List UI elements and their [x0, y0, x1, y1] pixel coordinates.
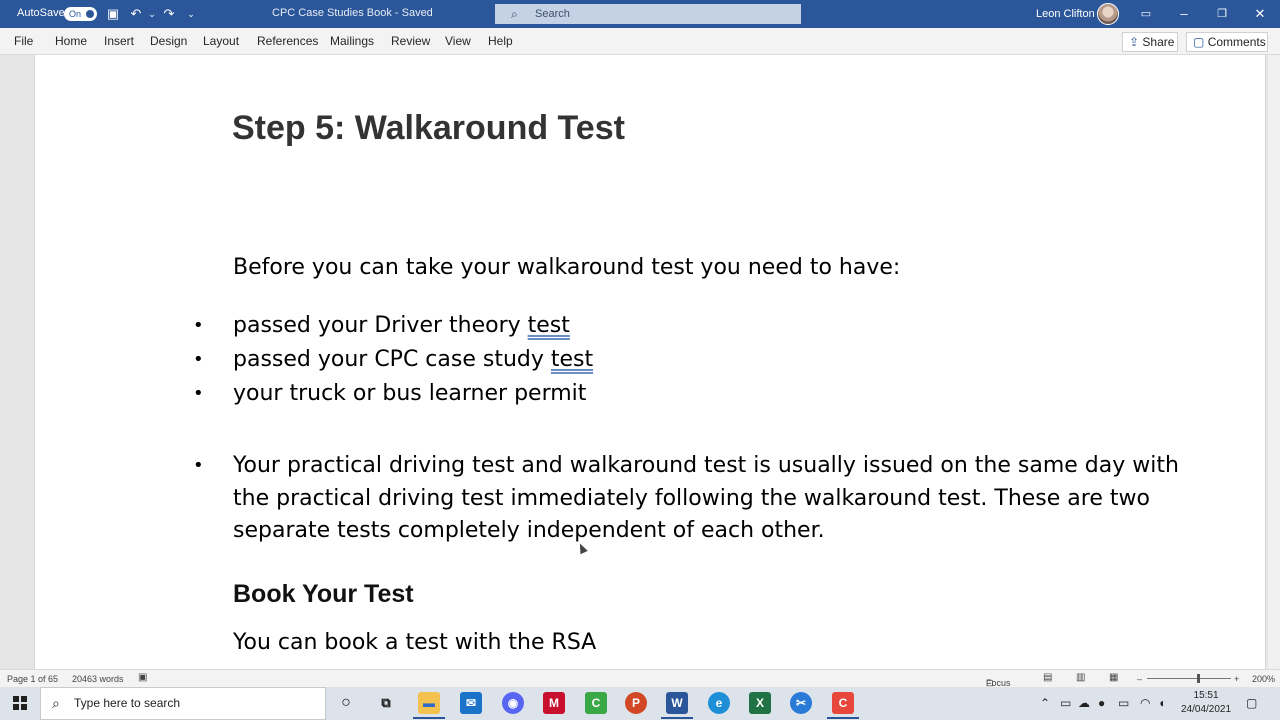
title-bar: AutoSave On ▣ ↶ ⌄ ↷ ⌄ CPC Case Studies B… [0, 0, 1280, 28]
zoom-in-icon[interactable]: + [1234, 674, 1239, 684]
bullet-marker: • [193, 349, 204, 370]
list-item: your truck or bus learner permit [233, 381, 586, 406]
minimize-icon[interactable]: – [1165, 0, 1203, 28]
taskbar-search-input[interactable]: ⌕ Type here to search [40, 687, 326, 720]
word-icon[interactable]: W [661, 692, 693, 719]
share-label: Share [1142, 35, 1175, 49]
bullet-marker: • [193, 455, 204, 476]
zoom-slider[interactable] [1147, 678, 1231, 679]
clock-date: 24/04/2021 [1181, 704, 1232, 715]
onedrive-icon[interactable]: ☁ [1078, 696, 1090, 710]
word-count[interactable]: 20463 words [72, 674, 124, 684]
web-layout-icon[interactable]: ▦ [1109, 672, 1118, 683]
search-icon: ⌕ [52, 695, 60, 711]
document-page[interactable] [34, 55, 1266, 669]
bullet-marker: • [193, 383, 204, 404]
zoom-out-icon[interactable]: – [1137, 674, 1142, 684]
share-icon: ⇪ [1129, 35, 1140, 49]
discord-icon[interactable]: ◉ [502, 692, 524, 714]
intro-paragraph: Before you can take your walkaround test… [233, 255, 901, 280]
save-icon[interactable]: ▣ [105, 6, 121, 22]
proofing-icon[interactable]: ▣ [138, 672, 147, 683]
clock[interactable]: 15:51 24/04/2021 [1181, 689, 1231, 717]
ribbon-display-options-icon[interactable]: ▭ [1127, 0, 1165, 28]
tab-home[interactable]: Home [55, 34, 87, 48]
tab-review[interactable]: Review [391, 34, 430, 48]
user-name[interactable]: Leon Clifton [1036, 8, 1095, 20]
share-button[interactable]: ⇪ Share [1122, 32, 1178, 52]
list-item-text: your truck or bus learner permit [233, 381, 587, 406]
ribbon-tabs: File Home Insert Design Layout Reference… [0, 28, 1280, 55]
read-mode-icon[interactable]: ▤ [1043, 672, 1052, 683]
tab-references[interactable]: References [257, 34, 318, 48]
mcafee-icon[interactable]: M [543, 692, 565, 714]
vertical-scrollbar[interactable] [1268, 55, 1280, 669]
customize-toolbar-icon[interactable]: ⌄ [183, 6, 199, 22]
taskbar: ⌕ Type here to search ○ ⧉ ▬ ✉ ◉ M C P W … [0, 687, 1280, 720]
document-canvas[interactable] [0, 55, 1280, 669]
undo-dropdown-icon[interactable]: ⌄ [144, 6, 160, 22]
microphone-icon[interactable]: ● [1098, 696, 1105, 710]
zoom-slider-thumb[interactable] [1197, 674, 1200, 683]
autosave-state: On [69, 9, 82, 19]
comments-button[interactable]: ▢ Comments [1186, 32, 1268, 52]
mail-icon[interactable]: ✉ [460, 692, 482, 714]
battery-icon[interactable]: ▭ [1118, 696, 1129, 710]
list-item-text: passed your CPC case study [233, 347, 551, 372]
tab-insert[interactable]: Insert [104, 34, 134, 48]
notifications-icon[interactable]: ▢ [1246, 696, 1257, 710]
powerpoint-icon[interactable]: P [625, 692, 647, 714]
tray-overflow-icon[interactable]: ⌃ [1040, 696, 1050, 710]
note-paragraph: Your practical driving test and walkarou… [233, 453, 1179, 543]
wifi-icon[interactable]: ◠ [1140, 696, 1150, 710]
excel-icon[interactable]: X [749, 692, 771, 714]
list-item: passed your Driver theory test [233, 313, 570, 338]
restore-icon[interactable]: ❐ [1203, 0, 1241, 28]
tab-layout[interactable]: Layout [203, 34, 239, 48]
autosave-toggle[interactable]: On [64, 7, 97, 21]
bullet-marker: • [193, 315, 204, 336]
file-explorer-icon[interactable]: ▬ [413, 692, 445, 719]
list-item: passed your CPC case study test [233, 347, 593, 372]
book-paragraph: You can book a test with the RSA [233, 630, 597, 655]
search-input[interactable]: ⌕ Search [495, 4, 801, 24]
volume-icon[interactable]: ◖ [1158, 696, 1165, 710]
status-bar: Page 1 of 65 20463 words ▣ ⊡ Focus ▤ ▥ ▦… [0, 669, 1280, 688]
snip-sketch-icon[interactable]: ✂ [790, 692, 812, 714]
autosave-label: AutoSave [17, 7, 65, 19]
edge-icon[interactable]: e [708, 692, 730, 714]
camtasia-icon[interactable]: C [585, 692, 607, 714]
comments-label: Comments [1207, 35, 1266, 49]
camtasia-recorder-icon[interactable]: C [827, 692, 859, 719]
cortana-icon[interactable]: ○ [335, 692, 357, 714]
search-placeholder: Search [535, 8, 570, 20]
grammar-flag[interactable]: test [551, 347, 593, 372]
toggle-knob [86, 10, 94, 18]
tab-file[interactable]: File [14, 34, 33, 48]
grammar-flag[interactable]: test [528, 313, 570, 338]
section-heading: Book Your Test [233, 580, 414, 608]
zoom-level[interactable]: 200% [1252, 674, 1275, 684]
list-item-text: passed your Driver theory [233, 313, 528, 338]
avatar[interactable] [1097, 3, 1119, 25]
print-layout-icon[interactable]: ▥ [1076, 672, 1085, 683]
page-counter[interactable]: Page 1 of 65 [7, 674, 58, 684]
meet-now-icon[interactable]: ▭ [1060, 696, 1071, 710]
page-title: Step 5: Walkaround Test [232, 109, 625, 147]
comment-icon: ▢ [1193, 35, 1205, 49]
document-title[interactable]: CPC Case Studies Book - Saved [272, 7, 433, 19]
windows-icon [13, 696, 27, 710]
undo-icon[interactable]: ↶ [128, 6, 144, 22]
task-view-icon[interactable]: ⧉ [375, 692, 397, 714]
clock-time: 15:51 [1193, 690, 1219, 701]
start-button[interactable] [0, 687, 40, 720]
tab-help[interactable]: Help [488, 34, 513, 48]
redo-icon[interactable]: ↷ [161, 6, 177, 22]
close-icon[interactable]: ✕ [1241, 0, 1279, 28]
tab-view[interactable]: View [445, 34, 471, 48]
taskbar-search-placeholder: Type here to search [74, 696, 181, 710]
tab-design[interactable]: Design [150, 34, 187, 48]
search-icon: ⌕ [511, 7, 518, 21]
tab-mailings[interactable]: Mailings [330, 34, 374, 48]
